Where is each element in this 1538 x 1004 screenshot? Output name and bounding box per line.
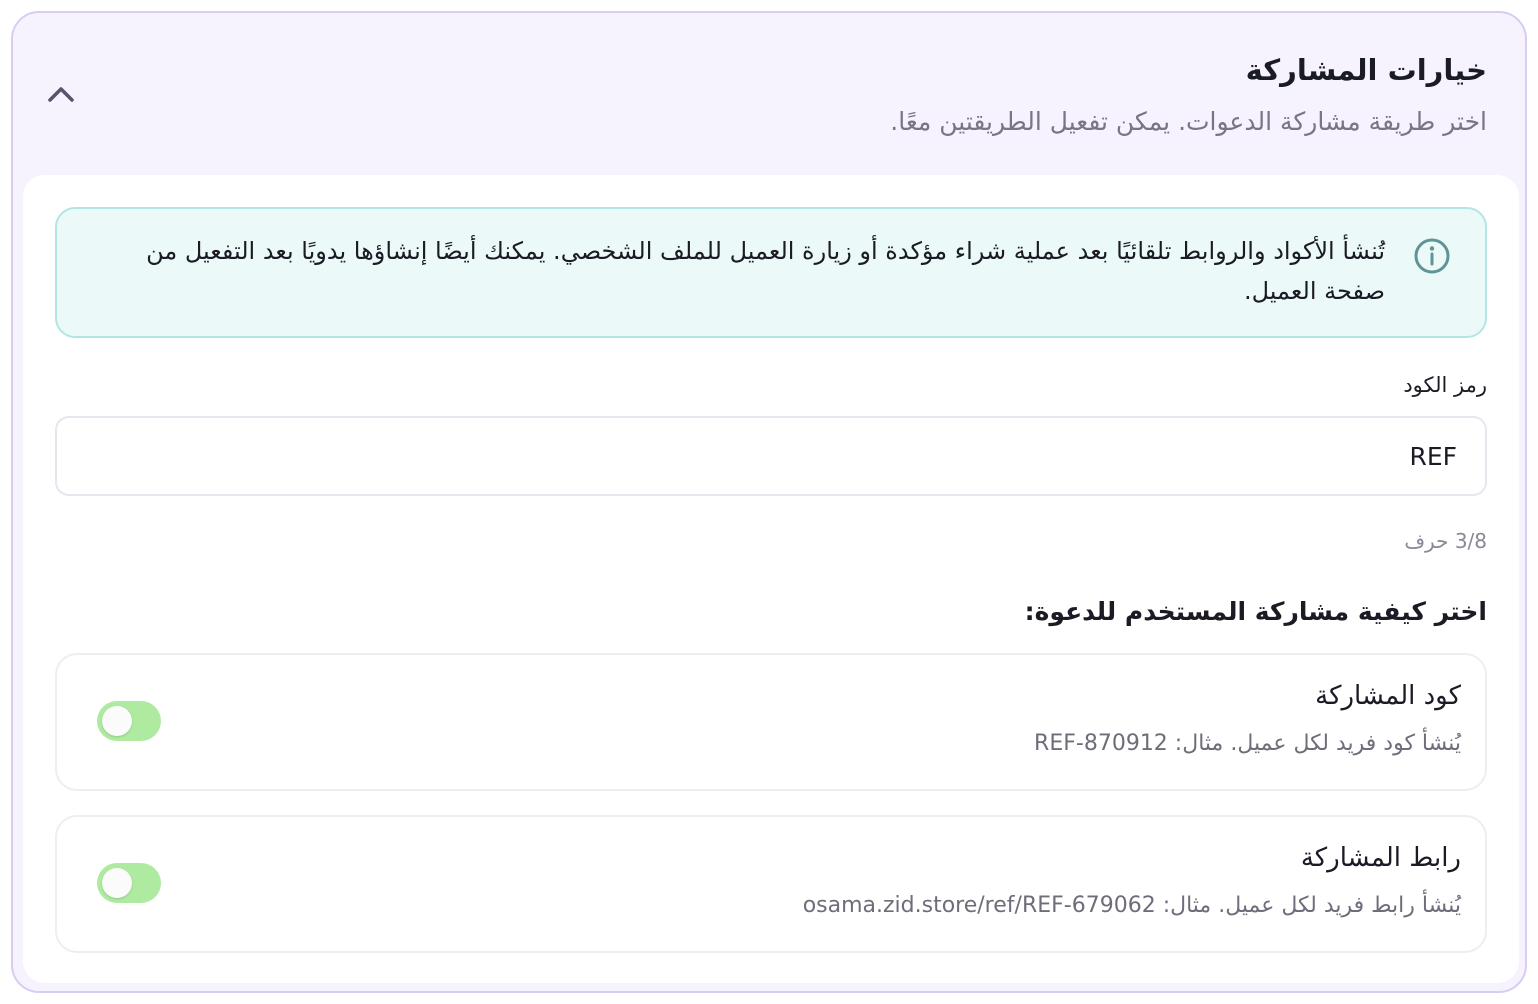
panel-header[interactable]: خيارات المشاركة اختر طريقة مشاركة الدعوا… — [13, 13, 1525, 175]
panel-content: تُنشأ الأكواد والروابط تلقائيًا بعد عملي… — [23, 175, 1519, 983]
share-link-toggle[interactable] — [97, 863, 161, 903]
toggle-knob — [102, 868, 132, 898]
option-description: يُنشأ رابط فريد لكل عميل. مثال: osama.zi… — [802, 893, 1461, 918]
panel-title: خيارات المشاركة — [1245, 53, 1487, 87]
option-title: رابط المشاركة — [1300, 843, 1461, 873]
share-link-option: رابط المشاركة يُنشأ رابط فريد لكل عميل. … — [55, 815, 1487, 953]
code-input[interactable] — [55, 416, 1487, 496]
option-description: يُنشأ كود فريد لكل عميل. مثال: REF-87091… — [1034, 731, 1461, 756]
info-alert-text: تُنشأ الأكواد والروابط تلقائيًا بعد عملي… — [146, 237, 1385, 305]
share-options-panel: خيارات المشاركة اختر طريقة مشاركة الدعوا… — [11, 11, 1527, 993]
character-counter: 3/8 حرف — [1404, 529, 1487, 553]
chevron-up-icon[interactable] — [43, 79, 79, 109]
info-alert: تُنشأ الأكواد والروابط تلقائيًا بعد عملي… — [55, 207, 1487, 338]
share-method-heading: اختر كيفية مشاركة المستخدم للدعوة: — [1024, 597, 1487, 626]
share-code-toggle[interactable] — [97, 701, 161, 741]
code-field-label: رمز الكود — [1403, 373, 1487, 397]
option-title: كود المشاركة — [1315, 681, 1461, 711]
toggle-knob — [102, 706, 132, 736]
panel-subtitle: اختر طريقة مشاركة الدعوات. يمكن تفعيل ال… — [890, 107, 1487, 136]
info-circle-icon — [1414, 238, 1450, 274]
share-code-option: كود المشاركة يُنشأ كود فريد لكل عميل. مث… — [55, 653, 1487, 791]
